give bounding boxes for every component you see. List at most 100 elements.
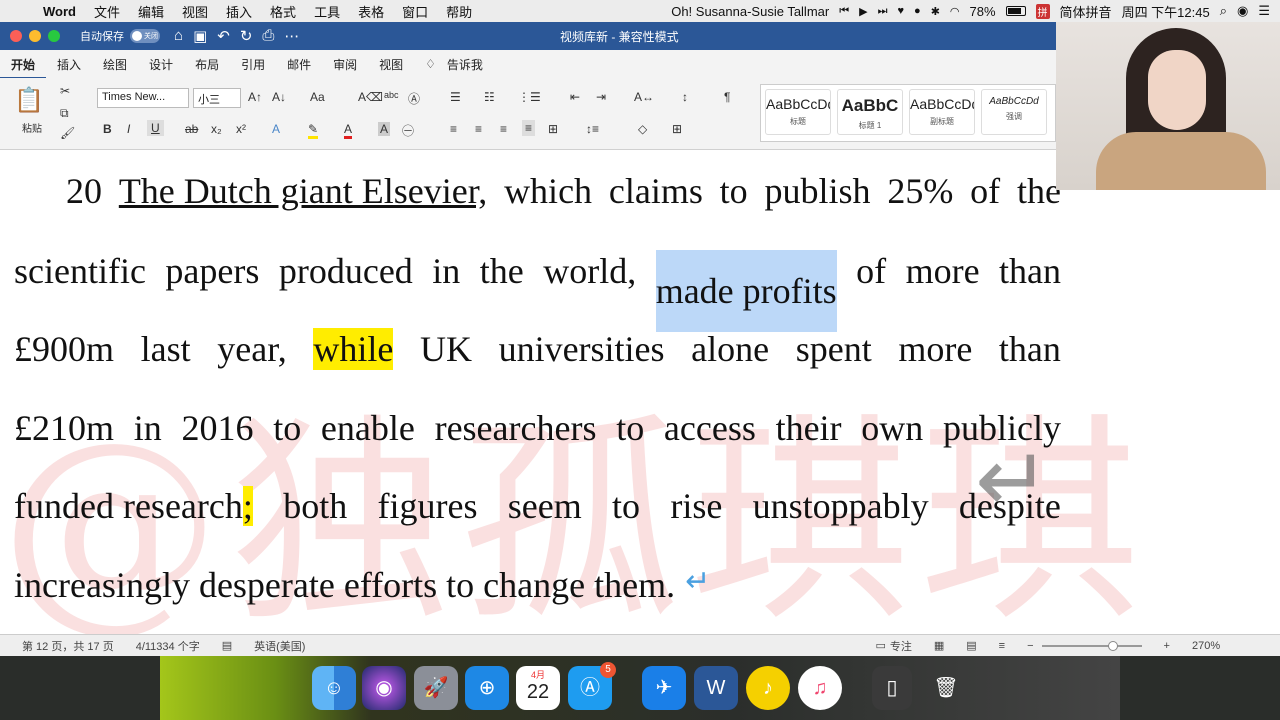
input-method-icon[interactable]: 拼 [1035, 3, 1050, 19]
language-label[interactable]: 英语(美国) [254, 638, 305, 654]
tab-draw[interactable]: 绘图 [92, 56, 138, 73]
menu-window[interactable]: 窗口 [393, 2, 437, 21]
shrink-font-icon[interactable]: A↓ [272, 90, 286, 104]
itunes-icon[interactable]: ♫ [798, 666, 842, 710]
shading-icon[interactable]: ◇ [638, 122, 647, 136]
change-case-icon[interactable]: Aa [310, 90, 325, 104]
zoom-level[interactable]: 270% [1192, 640, 1220, 652]
italic-icon[interactable]: I [127, 122, 130, 136]
close-window-button[interactable] [10, 30, 22, 42]
bluetooth-icon[interactable]: ✱ [931, 5, 940, 18]
trash-icon[interactable]: 🗑 [924, 666, 968, 710]
downloads-stack-icon[interactable]: ▯ [872, 666, 912, 710]
notification-center-icon[interactable]: ☰ [1258, 3, 1270, 19]
tab-view[interactable]: 视图 [368, 56, 414, 73]
minimize-window-button[interactable] [29, 30, 41, 42]
align-left-icon[interactable]: ≡ [450, 122, 457, 136]
asian-layout-icon[interactable]: A↔ [634, 90, 654, 104]
spotlight-search-icon[interactable]: ⌕ [1220, 3, 1227, 19]
menu-edit[interactable]: 编辑 [129, 2, 173, 21]
font-color-icon[interactable]: A [344, 122, 353, 139]
home-icon[interactable]: ⌂ [174, 27, 183, 45]
launchpad-icon[interactable]: 🚀 [414, 666, 458, 710]
menu-insert[interactable]: 插入 [217, 2, 261, 21]
tab-home[interactable]: 开始 [0, 56, 47, 79]
previous-track-icon[interactable]: ⏮ [839, 5, 849, 18]
bullets-icon[interactable]: ☰ [450, 90, 461, 104]
font-name-select[interactable]: Times New... [97, 88, 189, 108]
outline-view-icon[interactable]: ≡ [999, 640, 1005, 652]
style-title[interactable]: AaBbCcDd 标题 [765, 89, 831, 135]
format-painter-icon[interactable]: 🖌 [60, 126, 75, 140]
menu-table[interactable]: 表格 [349, 2, 393, 21]
print-layout-view-icon[interactable]: ▦ [934, 639, 944, 652]
focus-icon[interactable]: ▭ [875, 639, 885, 652]
style-subtitle[interactable]: AaBbCcDd 副标题 [909, 89, 975, 135]
enclose-characters-icon[interactable]: ㊀ [402, 122, 414, 139]
messenger-icon[interactable]: ✈ [642, 666, 686, 710]
multilevel-list-icon[interactable]: ⋮☰ [518, 90, 541, 104]
web-layout-view-icon[interactable]: ▤ [966, 639, 976, 652]
customize-toolbar-icon[interactable]: ⋯ [284, 27, 299, 45]
paste-label[interactable]: 粘贴 [22, 120, 42, 135]
zoom-in-icon[interactable]: + [1164, 640, 1170, 652]
undo-icon[interactable]: ↶ [217, 27, 230, 45]
increase-indent-icon[interactable]: ⇥ [596, 90, 606, 104]
character-shading-icon[interactable]: A [378, 122, 391, 136]
finder-icon[interactable]: ☺ [312, 666, 356, 710]
play-icon[interactable]: ▶ [859, 5, 867, 18]
save-icon[interactable]: ▣ [193, 27, 207, 45]
safari-icon[interactable]: ⊕ [465, 666, 509, 710]
highlight-color-icon[interactable]: ✎ [308, 122, 319, 139]
tab-layout[interactable]: 布局 [184, 56, 230, 73]
clear-formatting-icon[interactable]: A⌫ [358, 90, 383, 104]
align-center-icon[interactable]: ≡ [475, 122, 482, 136]
bold-icon[interactable]: B [103, 122, 112, 136]
page-count[interactable]: 第 12 页，共 17 页 [22, 638, 114, 654]
zoom-slider[interactable] [1041, 640, 1142, 651]
paste-icon[interactable]: 📋 [14, 86, 44, 115]
tell-me-icon[interactable]: ♢ [414, 57, 447, 71]
copy-icon[interactable]: ⧉ [60, 106, 69, 121]
decrease-indent-icon[interactable]: ⇤ [570, 90, 580, 104]
strikethrough-icon[interactable]: ab [185, 122, 198, 136]
menu-help[interactable]: 帮助 [437, 2, 481, 21]
menu-file[interactable]: 文件 [85, 2, 129, 21]
superscript-icon[interactable]: x² [236, 122, 246, 136]
tab-insert[interactable]: 插入 [46, 56, 92, 73]
justify-icon[interactable]: ≡ [522, 120, 536, 136]
wifi-icon[interactable]: ◠ [950, 5, 960, 18]
now-playing-text[interactable]: Oh! Susanna-Susie Tallmar [671, 4, 829, 19]
proofing-icon[interactable]: ▤ [222, 639, 232, 652]
zoom-window-button[interactable] [48, 30, 60, 42]
tab-design[interactable]: 设计 [138, 56, 184, 73]
font-size-select[interactable]: 小三 [193, 88, 241, 108]
status-app-icon[interactable]: ● [914, 5, 921, 17]
music-player-icon[interactable]: ♪ [746, 666, 790, 710]
zoom-out-icon[interactable]: − [1027, 640, 1033, 652]
redo-icon[interactable]: ↻ [240, 27, 253, 45]
word-count[interactable]: 4/11334 个字 [136, 638, 200, 654]
align-right-icon[interactable]: ≡ [500, 122, 507, 136]
calendar-icon[interactable]: 4月 22 [516, 666, 560, 710]
tell-me-label[interactable]: 告诉我 [447, 56, 483, 73]
heart-icon[interactable]: ♥ [898, 5, 905, 17]
siri-dock-icon[interactable]: ◉ [362, 666, 406, 710]
show-formatting-marks-icon[interactable]: ¶ [724, 90, 730, 104]
underline-icon[interactable]: U [147, 120, 164, 136]
cut-icon[interactable]: ✂ [60, 84, 70, 98]
next-track-icon[interactable]: ⏭ [878, 5, 888, 18]
input-method-label[interactable]: 简体拼音 [1060, 2, 1112, 21]
siri-icon[interactable]: ◉ [1237, 3, 1248, 19]
phonetic-guide-icon[interactable]: abc [384, 90, 399, 100]
menu-view[interactable]: 视图 [173, 2, 217, 21]
menubar-clock[interactable]: 周四 下午12:45 [1122, 2, 1210, 21]
text-effects-icon[interactable]: A [272, 122, 280, 136]
autosave-toggle[interactable]: 关闭 [130, 29, 160, 43]
menu-word[interactable]: Word [34, 4, 85, 19]
document-area[interactable]: @独孤琪琪 20 The Dutch giant Elsevier, which… [0, 150, 1280, 634]
borders-icon[interactable]: ⊞ [672, 122, 682, 136]
menu-format[interactable]: 格式 [261, 2, 305, 21]
battery-icon[interactable] [1005, 6, 1026, 16]
tab-mailings[interactable]: 邮件 [276, 56, 322, 73]
